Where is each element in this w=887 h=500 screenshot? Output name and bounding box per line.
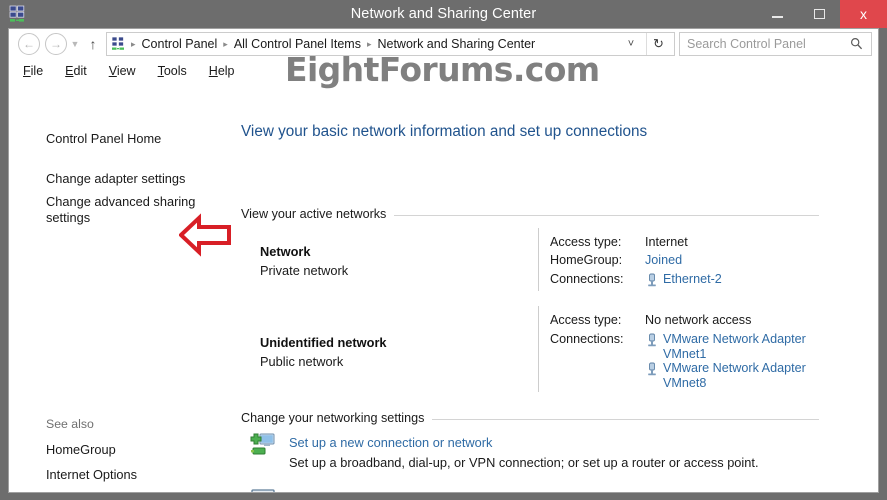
breadcrumb-item-all-control-panel-items[interactable]: All Control Panel Items [232,37,363,51]
connection-link-vmnet1-line2[interactable]: VMnet1 [663,347,706,361]
new-connection-icon [249,431,277,459]
breadcrumb-dropdown-icon[interactable]: ˅ [620,33,642,55]
search-box[interactable]: Search Control Panel [679,32,872,56]
connection-link-vmnet1-line1[interactable]: VMware Network Adapter [663,332,806,346]
network-type: Private network [260,263,349,278]
body-area: Control Panel Home Change adapter settin… [9,82,878,492]
access-type-label: Access type: [550,235,622,249]
menu-file-accel: F [23,64,31,78]
breadcrumb-root-icon [111,36,127,52]
menu-edit[interactable]: Edit [54,64,98,78]
forward-button[interactable]: → [45,33,67,55]
sidebar-item-homegroup[interactable]: HomeGroup [46,442,116,458]
breadcrumb-separator: ▸ [223,38,228,49]
sidebar-item-change-adapter-settings[interactable]: Change adapter settings [46,171,185,187]
address-bar: ← → ▼ ↑ ▸ Control Panel ▸ All Control Pa… [9,29,878,59]
homegroup-value-link[interactable]: Joined [645,253,682,267]
network-type: Public network [260,354,344,369]
sidebar-item-control-panel-home[interactable]: Control Panel Home [46,131,161,147]
homegroup-label: HomeGroup: [550,253,623,267]
breadcrumb-item-control-panel[interactable]: Control Panel [140,37,220,51]
menu-view[interactable]: View [98,64,147,78]
close-button[interactable]: x [840,0,887,28]
access-type-label: Access type: [550,313,622,327]
menu-edit-label: dit [73,64,87,78]
menu-file[interactable]: File [9,64,54,78]
menu-edit-accel: E [65,64,74,78]
client-area: ← → ▼ ↑ ▸ Control Panel ▸ All Control Pa… [8,28,879,493]
access-type-value: No network access [645,313,752,327]
connection-link-ethernet-2[interactable]: Ethernet-2 [663,272,722,286]
search-input[interactable]: Search Control Panel [687,37,806,51]
annotation-arrow-left-icon [178,213,231,257]
troubleshoot-icon [249,486,277,492]
breadcrumb-item-network-and-sharing-center[interactable]: Network and Sharing Center [375,37,537,51]
breadcrumb-separator: ▸ [366,38,372,49]
content-pane: View your basic network information and … [227,82,878,492]
minimize-button[interactable] [756,0,798,28]
menu-view-label: iew [116,64,136,78]
refresh-icon[interactable]: ↻ [646,33,670,55]
network-divider [538,228,539,291]
minimize-icon [771,16,783,18]
breadcrumb-separator: ▸ [131,38,136,49]
network-connection-icon [646,362,658,376]
network-name: Unidentified network [260,335,387,350]
title-bar: Network and Sharing Center x [0,0,887,28]
sidebar-item-change-advanced-sharing-settings[interactable]: Change advanced sharing settings [46,194,196,226]
section-heading-active-networks: View your active networks [241,207,395,221]
link-setup-new-connection[interactable]: Set up a new connection or network [289,435,492,450]
breadcrumb[interactable]: ▸ Control Panel ▸ All Control Panel Item… [106,32,675,56]
recent-locations-icon[interactable]: ▼ [67,39,83,49]
network-divider [538,306,539,392]
maximize-icon [813,9,825,19]
menu-file-label: ile [30,64,44,78]
see-also-label: See also [46,417,94,431]
network-name: Network [260,244,311,259]
desc-setup-new-connection: Set up a broadband, dial-up, or VPN conn… [289,455,759,470]
navigation-pane: Control Panel Home Change adapter settin… [9,82,227,492]
menu-tools-label: ools [163,64,187,78]
network-connection-icon [646,273,658,287]
network-connection-icon [646,333,658,347]
search-icon[interactable] [850,37,863,53]
up-button[interactable]: ↑ [83,36,103,52]
menu-help-accel: H [208,64,218,78]
section-heading-change-settings: Change your networking settings [241,411,433,425]
menu-view-accel: V [108,64,117,78]
menu-tools[interactable]: Tools [147,64,198,78]
connections-label: Connections: [550,332,624,346]
menu-bar: File Edit View Tools Help [9,60,878,82]
connection-link-vmnet8-line1[interactable]: VMware Network Adapter [663,361,806,375]
window-title: Network and Sharing Center [350,6,537,22]
window-controls: x [756,0,887,28]
page-title: View your basic network information and … [241,123,648,140]
sidebar-item-windows-firewall[interactable]: Windows Firewall [46,491,146,492]
network-sharing-center-window: Network and Sharing Center x ← → ▼ ↑ ▸ C… [0,0,887,500]
back-button[interactable]: ← [18,33,40,55]
link-troubleshoot-problems[interactable]: Troubleshoot problems [289,490,419,492]
connections-label: Connections: [550,272,624,286]
maximize-button[interactable] [798,0,840,28]
menu-help-label: elp [217,64,235,78]
sidebar-item-internet-options[interactable]: Internet Options [46,467,137,483]
menu-help[interactable]: Help [198,64,246,78]
connection-link-vmnet8-line2[interactable]: VMnet8 [663,376,706,390]
access-type-value: Internet [645,235,688,249]
